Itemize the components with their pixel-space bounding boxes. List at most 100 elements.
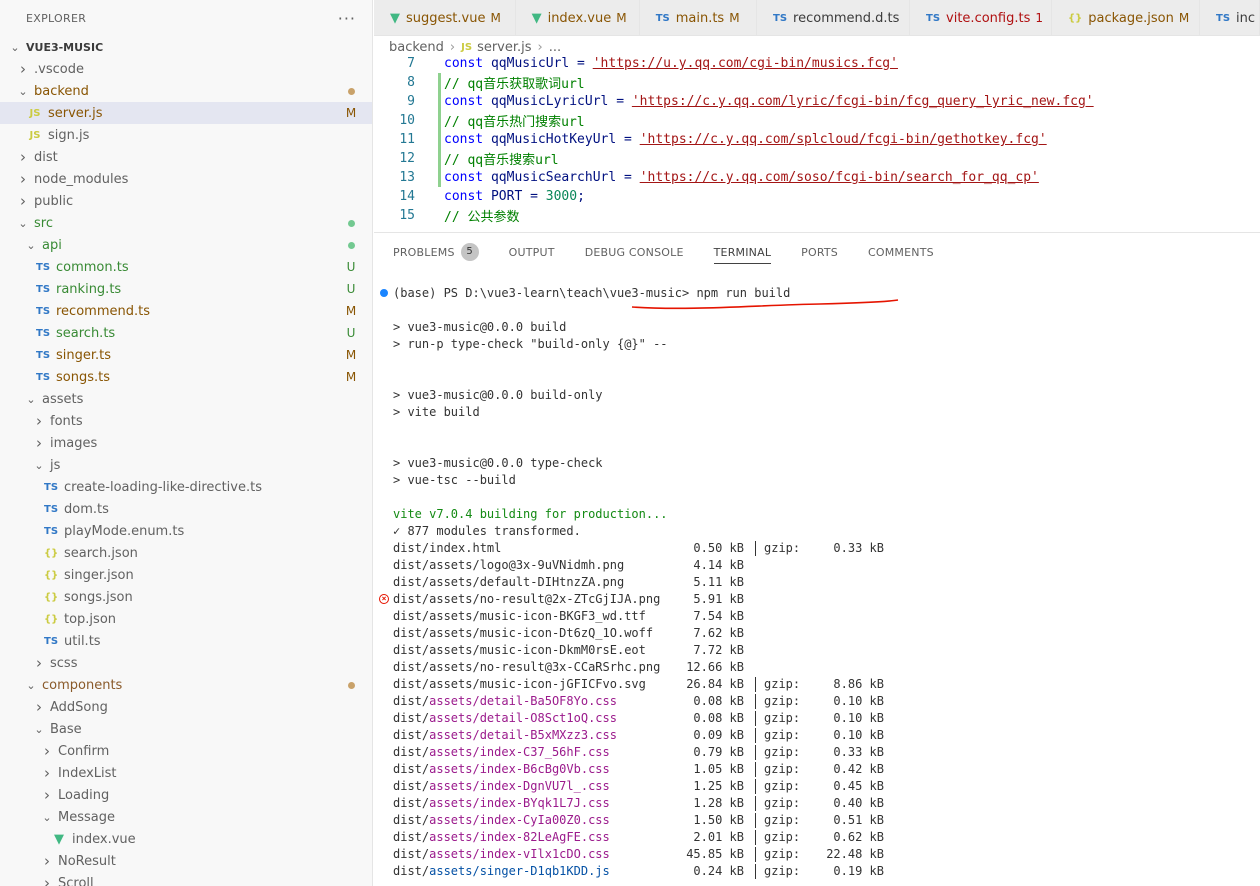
tree-item-search-ts[interactable]: TS search.ts U [0, 322, 372, 344]
output-filename: assets/index-B6cBg0Vb.css [429, 762, 610, 776]
tree-item-js[interactable]: ⌄ js [0, 454, 372, 476]
chevron-right-icon: › [36, 698, 42, 716]
tree-item-songs-json[interactable]: {} songs.json [0, 586, 372, 608]
tree-item-vue3-music[interactable]: ⌄ VUE3-MUSIC [0, 36, 372, 58]
breadcrumb-folder[interactable]: backend [389, 40, 444, 55]
js-file-icon: JS [461, 41, 473, 53]
panel-tab-debug-console[interactable]: DEBUG CONSOLE [585, 233, 684, 271]
breadcrumb-file[interactable]: server.js [477, 40, 531, 55]
line-number: 7 [407, 56, 415, 71]
tab-vite-config-ts[interactable]: TS vite.config.ts 1 [910, 0, 1052, 35]
code-editor[interactable]: 7 const qqMusicUrl = 'https://u.y.qq.com/… [374, 56, 1260, 232]
output-size: 26.84 kB [686, 677, 744, 691]
tree-item-fonts[interactable]: › fonts [0, 410, 372, 432]
code-text: const qqMusicSearchUrl = 'https://c.y.qq… [444, 170, 1039, 185]
vue-file-icon: ▼ [390, 10, 400, 26]
output-file: dist/assets/no-result@2x-ZTcGjIJA.png [393, 591, 660, 608]
tree-item--vscode[interactable]: › .vscode [0, 58, 372, 80]
tree-item-scss[interactable]: › scss [0, 652, 372, 674]
tab-index-vue[interactable]: ▼ index.vue M [515, 0, 640, 35]
tab-main-ts[interactable]: TS main.ts M [639, 0, 757, 35]
gzip-size: 0.33 kB [833, 745, 884, 759]
panel-tab-problems[interactable]: PROBLEMS 5 [393, 233, 479, 271]
tree-item-ranking-ts[interactable]: TS ranking.ts U [0, 278, 372, 300]
panel-tab-output[interactable]: OUTPUT [509, 233, 555, 271]
tree-item-server-js[interactable]: JS server.js M [0, 102, 372, 124]
tree-item-scroll[interactable]: › Scroll [0, 872, 372, 886]
tree-item-label: node_modules [34, 171, 129, 187]
tree-item-dist[interactable]: › dist [0, 146, 372, 168]
code-text: const qqMusicUrl = 'https://u.y.qq.com/c… [444, 56, 898, 71]
tree-item-backend[interactable]: ⌄ backend [0, 80, 372, 102]
tree-item-addsong[interactable]: › AddSong [0, 696, 372, 718]
chevron-right-icon: › [44, 786, 50, 804]
tree-item-indexlist[interactable]: › IndexList [0, 762, 372, 784]
tab-recommend-d-ts[interactable]: TS recommend.d.ts [757, 0, 910, 35]
tree-item-label: public [34, 193, 74, 209]
tree-item-create-loading-like-directive-ts[interactable]: TS create-loading-like-directive.ts [0, 476, 372, 498]
explorer-header: EXPLORER ··· [0, 0, 372, 36]
typescript-file-icon: TS [655, 12, 670, 24]
tree-item-top-json[interactable]: {} top.json [0, 608, 372, 630]
tree-item-src[interactable]: ⌄ src [0, 212, 372, 234]
output-filename: assets/no-result@3x-CCaRSrhc.png [429, 660, 661, 674]
output-size: 7.54 kB [693, 609, 744, 623]
tab-label: recommend.d.ts [793, 10, 900, 26]
breadcrumb-symbol[interactable]: ... [549, 40, 561, 55]
typescript-file-icon: TS [44, 525, 59, 537]
more-actions-icon[interactable]: ··· [338, 9, 356, 28]
tree-item-sign-js[interactable]: JS sign.js [0, 124, 372, 146]
column-separator [755, 694, 756, 709]
build-output-row: dist/assets/default-DIHtnzZA.png 5.11 kB [393, 574, 913, 591]
panel-tab-terminal[interactable]: TERMINAL [713, 233, 772, 271]
gzip-size: 0.19 kB [833, 864, 884, 878]
panel-tab-ports[interactable]: PORTS [801, 233, 838, 271]
tree-item-api[interactable]: ⌄ api [0, 234, 372, 256]
code-token: 'https://c.y.qq.com/splcloud/fcgi-bin/ge… [639, 132, 1047, 147]
tree-item-recommend-ts[interactable]: TS recommend.ts M [0, 300, 372, 322]
panel-tab-comments[interactable]: COMMENTS [868, 233, 934, 271]
tree-item-search-json[interactable]: {} search.json [0, 542, 372, 564]
tree-item-loading[interactable]: › Loading [0, 784, 372, 806]
typescript-file-icon: TS [773, 12, 788, 24]
tree-item-base[interactable]: ⌄ Base [0, 718, 372, 740]
tree-item-index-vue[interactable]: ▼ index.vue [0, 828, 372, 850]
git-status-badge: M [345, 348, 357, 362]
output-filename: assets/index-C37_56hF.css [429, 745, 610, 759]
output-file: dist/assets/index-C37_56hF.css [393, 744, 610, 761]
tree-item-components[interactable]: ⌄ components [0, 674, 372, 696]
git-change-bar [438, 187, 441, 206]
git-change-bar [438, 149, 441, 168]
column-separator [755, 762, 756, 777]
output-dir: dist/ [393, 745, 430, 759]
output-file: dist/assets/logo@3x-9uVNidmh.png [393, 557, 624, 574]
git-change-bar [438, 56, 441, 73]
tree-item-playmode-enum-ts[interactable]: TS playMode.enum.ts [0, 520, 372, 542]
tree-item-confirm[interactable]: › Confirm [0, 740, 372, 762]
tree-item-singer-ts[interactable]: TS singer.ts M [0, 344, 372, 366]
tree-item-images[interactable]: › images [0, 432, 372, 454]
tree-item-noresult[interactable]: › NoResult [0, 850, 372, 872]
tab-inc[interactable]: TS inc [1200, 0, 1260, 35]
output-filename: assets/index-vIlx1cDO.css [429, 847, 610, 861]
gzip-size: 0.62 kB [833, 830, 884, 844]
panel-tab-label: DEBUG CONSOLE [584, 245, 684, 259]
tab-suggest-vue[interactable]: ▼ suggest.vue M [374, 0, 516, 35]
output-dir: dist/ [393, 779, 430, 793]
tree-item-public[interactable]: › public [0, 190, 372, 212]
tree-item-node-modules[interactable]: › node_modules [0, 168, 372, 190]
tree-item-util-ts[interactable]: TS util.ts [0, 630, 372, 652]
output-dir: dist/ [393, 847, 430, 861]
tree-item-common-ts[interactable]: TS common.ts U [0, 256, 372, 278]
chevron-down-icon: ⌄ [18, 84, 28, 98]
code-token: ; [577, 189, 585, 204]
tree-item-label: components [42, 677, 123, 693]
tree-item-label: sign.js [48, 127, 90, 143]
tree-item-message[interactable]: ⌄ Message [0, 806, 372, 828]
tree-item-dom-ts[interactable]: TS dom.ts [0, 498, 372, 520]
tree-item-songs-ts[interactable]: TS songs.ts M [0, 366, 372, 388]
output-filename: assets/music-icon-DkmM0rsE.eot [429, 643, 646, 657]
tree-item-singer-json[interactable]: {} singer.json [0, 564, 372, 586]
tab-package-json[interactable]: {} package.json M [1052, 0, 1200, 35]
tree-item-assets[interactable]: ⌄ assets [0, 388, 372, 410]
